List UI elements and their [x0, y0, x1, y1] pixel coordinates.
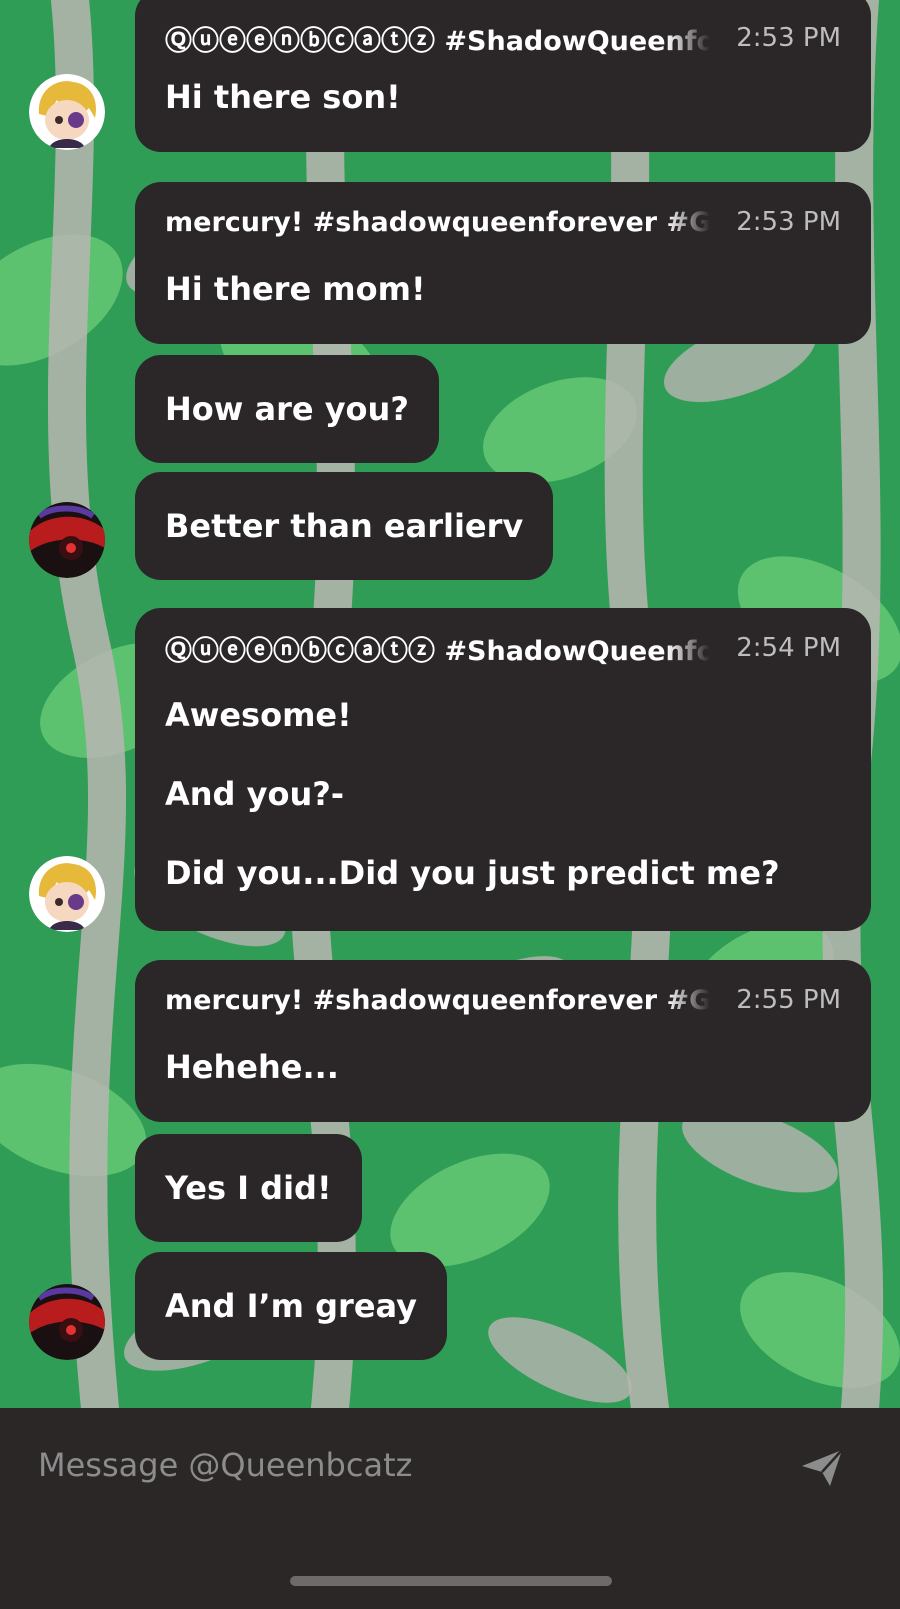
message-text: Hi there son!: [165, 78, 401, 116]
message-bubble[interactable]: mercury! #shadowqueenforever #GJforever …: [135, 182, 871, 344]
message-bubble[interactable]: Ⓠⓤⓔⓔⓝⓑⓒⓐⓣⓩ #ShadowQueenforever 2:53 PM H…: [135, 0, 871, 152]
home-indicator[interactable]: [290, 1576, 612, 1586]
message-text: Did you...Did you just predict me?: [165, 854, 780, 892]
message-text: Better than earlierv: [165, 507, 524, 545]
message-text: Hehehe...: [165, 1048, 339, 1086]
message-bubble[interactable]: And I’m greay: [135, 1252, 447, 1360]
message-text: And you?-: [165, 775, 345, 813]
message-bubble[interactable]: Better than earlierv: [135, 472, 554, 580]
message-author[interactable]: Ⓠⓤⓔⓔⓝⓑⓒⓐⓣⓩ #ShadowQueenforever: [165, 629, 710, 668]
avatar[interactable]: [29, 502, 105, 578]
message-timestamp: 2:55 PM: [736, 985, 841, 1015]
message-bubble[interactable]: How are you?: [135, 355, 439, 463]
avatar[interactable]: [29, 74, 105, 150]
message-author[interactable]: mercury! #shadowqueenforever #GJforever: [165, 207, 710, 238]
message-timestamp: 2:54 PM: [736, 633, 841, 663]
message-timestamp: 2:53 PM: [736, 23, 841, 53]
message-text: Hi there mom!: [165, 270, 426, 308]
message-text: How are you?: [165, 390, 409, 428]
paper-plane-icon: [802, 1449, 843, 1486]
message-bubble[interactable]: Yes I did!: [135, 1134, 362, 1242]
message-text: Yes I did!: [165, 1169, 332, 1207]
message-text: And I’m greay: [165, 1287, 417, 1325]
message-author[interactable]: Ⓠⓤⓔⓔⓝⓑⓒⓐⓣⓩ #ShadowQueenforever: [165, 19, 710, 58]
message-bubble[interactable]: Ⓠⓤⓔⓔⓝⓑⓒⓐⓣⓩ #ShadowQueenforever 2:54 PM A…: [135, 608, 871, 931]
message-timestamp: 2:53 PM: [736, 207, 841, 237]
send-button[interactable]: [800, 1448, 844, 1488]
avatar[interactable]: [29, 1284, 105, 1360]
message-input[interactable]: Message @Queenbcatz: [38, 1446, 412, 1484]
message-bubble[interactable]: mercury! #shadowqueenforever #GJforever …: [135, 960, 871, 1122]
message-text: Awesome!: [165, 696, 352, 734]
message-list[interactable]: Ⓠⓤⓔⓔⓝⓑⓒⓐⓣⓩ #ShadowQueenforever 2:53 PM H…: [0, 0, 900, 1408]
message-author[interactable]: mercury! #shadowqueenforever #GJforever: [165, 985, 710, 1016]
avatar[interactable]: [29, 856, 105, 932]
